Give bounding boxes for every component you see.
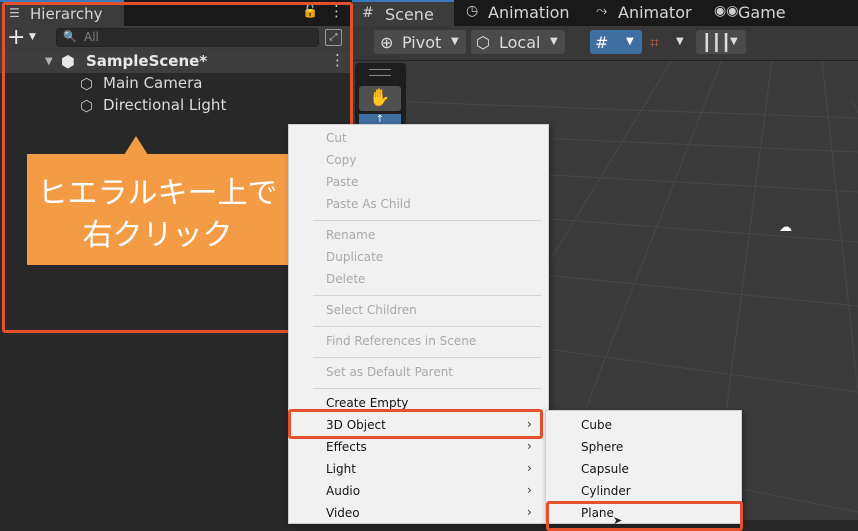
submenu-item-capsule[interactable]: Capsule bbox=[581, 462, 629, 476]
3d-object-highlight-box bbox=[288, 409, 543, 439]
menu-item-select-children[interactable]: Select Children bbox=[326, 303, 417, 317]
menu-separator bbox=[313, 357, 541, 358]
pivot-icon: ⊕ bbox=[380, 33, 394, 52]
scene-tools-overlay: ✋ ↑ bbox=[355, 63, 406, 125]
menu-item-find-references[interactable]: Find References in Scene bbox=[326, 334, 476, 348]
hand-tool-icon[interactable]: ✋ bbox=[359, 86, 401, 111]
snap-increment-button[interactable]: ⌗ ▼ bbox=[646, 30, 690, 54]
menu-separator bbox=[313, 295, 541, 296]
plane-highlight-box bbox=[546, 501, 743, 531]
local-label: Local bbox=[499, 33, 541, 52]
pivot-label: Pivot bbox=[402, 33, 442, 52]
ruler-icon: ┃┃┃ bbox=[702, 33, 731, 52]
snap-increment-icon: ⌗ bbox=[650, 33, 660, 52]
menu-item-paste-as-child[interactable]: Paste As Child bbox=[326, 197, 411, 211]
grid-hash-icon: # bbox=[362, 5, 374, 21]
submenu-item-cylinder[interactable]: Cylinder bbox=[581, 484, 631, 498]
grid-snap-toggle[interactable]: # ▼ bbox=[590, 30, 642, 54]
submenu-item-sphere[interactable]: Sphere bbox=[581, 440, 623, 454]
chevron-right-icon: › bbox=[527, 483, 532, 497]
submenu-3d-object: Cube Sphere Capsule Cylinder Plane ➤ bbox=[545, 410, 743, 531]
pivot-toggle[interactable]: ⊕ Pivot ▼ bbox=[374, 30, 466, 54]
chevron-down-icon: ▼ bbox=[626, 36, 634, 47]
menu-item-delete[interactable]: Delete bbox=[326, 272, 365, 286]
tab-animator[interactable]: ⤳ Animator bbox=[596, 0, 696, 26]
tab-scene-label: Scene bbox=[385, 5, 434, 24]
chevron-down-icon: ▼ bbox=[451, 36, 459, 47]
menu-separator bbox=[313, 220, 541, 221]
chevron-down-icon: ▼ bbox=[550, 36, 558, 47]
chevron-right-icon: › bbox=[527, 461, 532, 475]
chevron-right-icon: › bbox=[527, 439, 532, 453]
tab-scene[interactable]: # Scene bbox=[352, 0, 454, 26]
tab-game-label: Game bbox=[738, 3, 786, 22]
light-gizmo-icon[interactable]: ☁ bbox=[779, 220, 792, 235]
tab-game[interactable]: ◉◉ Game bbox=[714, 0, 804, 26]
chevron-right-icon: › bbox=[527, 505, 532, 519]
menu-item-create-empty[interactable]: Create Empty bbox=[326, 396, 408, 410]
submenu-item-cube[interactable]: Cube bbox=[581, 418, 612, 432]
gamepad-icon: ◉◉ bbox=[714, 3, 739, 19]
menu-item-audio[interactable]: Audio bbox=[326, 484, 360, 498]
menu-item-video[interactable]: Video bbox=[326, 506, 360, 520]
menu-separator bbox=[313, 326, 541, 327]
context-menu: Cut Copy Paste Paste As Child Rename Dup… bbox=[288, 124, 549, 524]
local-cube-icon: ⬡ bbox=[476, 33, 490, 52]
local-toggle[interactable]: ⬡ Local ▼ bbox=[471, 30, 565, 54]
ruler-toggle[interactable]: ┃┃┃ ▼ bbox=[696, 30, 746, 54]
scene-tab-bar: # Scene ◷ Animation ⤳ Animator ◉◉ Game bbox=[352, 0, 858, 26]
menu-item-light[interactable]: Light bbox=[326, 462, 356, 476]
tab-animation-label: Animation bbox=[488, 3, 570, 22]
menu-item-set-default-parent[interactable]: Set as Default Parent bbox=[326, 365, 453, 379]
mouse-cursor-icon: ➤ bbox=[613, 514, 623, 527]
menu-item-duplicate[interactable]: Duplicate bbox=[326, 250, 383, 264]
scene-toolbar: ⊕ Pivot ▼ ⬡ Local ▼ # ▼ ⌗ ▼ ┃┃┃ ▼ bbox=[352, 26, 858, 61]
clock-icon: ◷ bbox=[466, 3, 479, 19]
menu-item-rename[interactable]: Rename bbox=[326, 228, 375, 242]
grid-snap-icon: # bbox=[595, 33, 609, 52]
menu-item-effects[interactable]: Effects bbox=[326, 440, 367, 454]
menu-item-cut[interactable]: Cut bbox=[326, 131, 347, 145]
animator-icon: ⤳ bbox=[596, 3, 608, 19]
chevron-down-icon: ▼ bbox=[730, 36, 738, 47]
drag-handle-icon[interactable] bbox=[369, 69, 391, 76]
menu-separator bbox=[313, 388, 541, 389]
tab-animation[interactable]: ◷ Animation bbox=[464, 0, 576, 26]
menu-item-paste[interactable]: Paste bbox=[326, 175, 358, 189]
tab-animator-label: Animator bbox=[618, 3, 692, 22]
chevron-down-icon: ▼ bbox=[676, 36, 684, 47]
menu-item-copy[interactable]: Copy bbox=[326, 153, 356, 167]
